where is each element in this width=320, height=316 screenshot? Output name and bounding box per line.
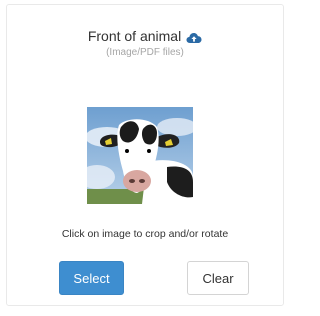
upload-card: Front of animal (Image/PDF files) Click …	[6, 4, 284, 306]
cloud-upload-icon[interactable]	[186, 31, 202, 43]
crop-rotate-hint: Click on image to crop and/or rotate	[61, 228, 229, 240]
upload-title-row: Front of animal	[7, 28, 283, 44]
upload-subtitle: (Image/PDF files)	[106, 47, 184, 58]
cow-photo[interactable]	[87, 107, 193, 204]
clear-button[interactable]: Clear	[187, 261, 249, 295]
select-button[interactable]: Select	[59, 261, 124, 295]
upload-title: Front of animal	[87, 28, 182, 44]
